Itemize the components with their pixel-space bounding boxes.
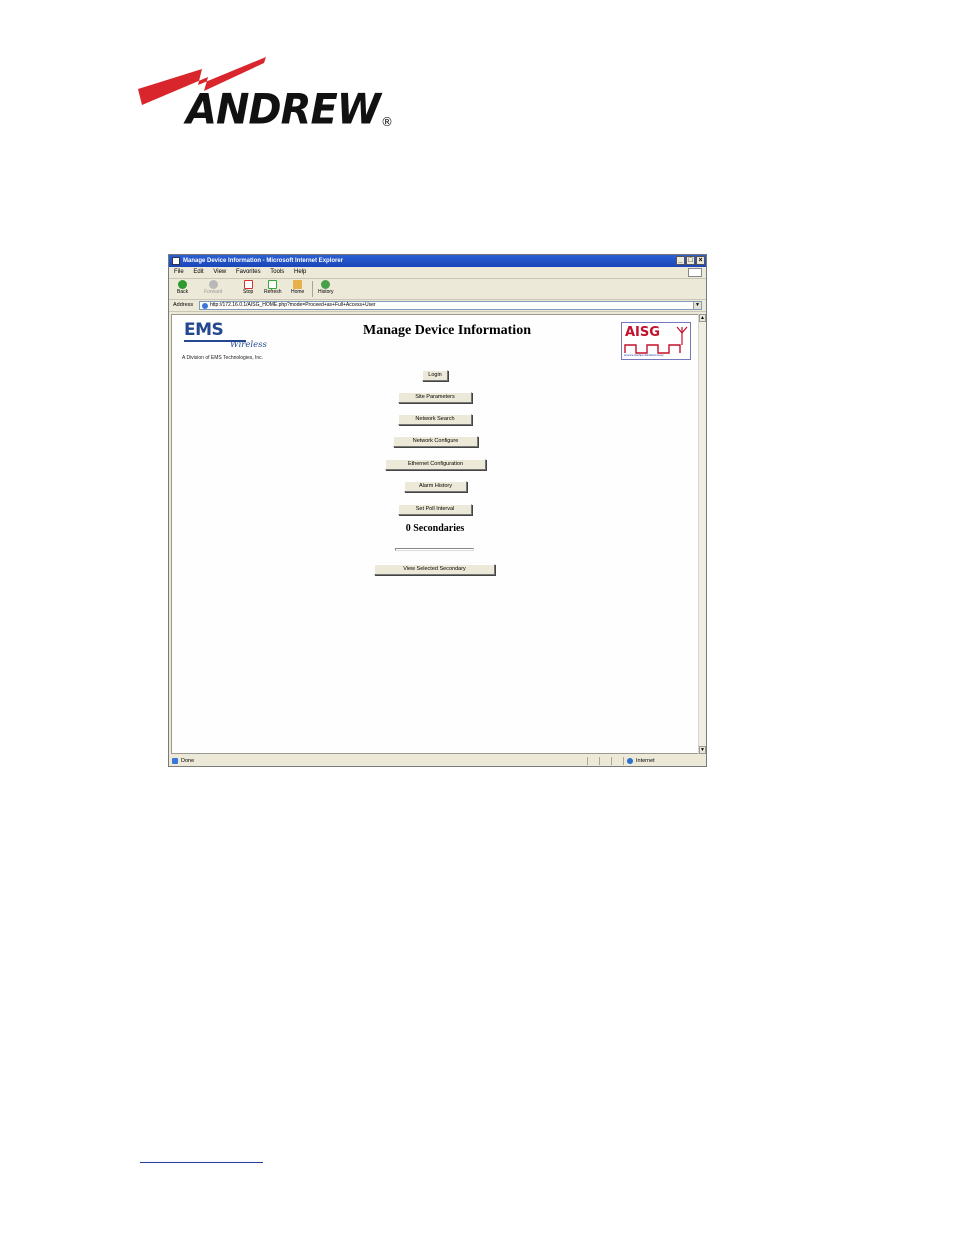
login-button[interactable]: Login [422,370,448,381]
maximize-button[interactable]: □ [686,256,695,265]
status-pane-divider [623,757,624,765]
address-label: Address [173,302,194,308]
menu-help[interactable]: Help [294,269,306,275]
ems-logo-subtext: Wireless [230,340,267,350]
menu-favorites[interactable]: Favorites [236,269,261,275]
forward-arrow-icon [208,280,218,289]
address-bar: Address http://172.16.0.1/AISG_HOME.php?… [169,300,706,312]
minimize-button[interactable]: _ [676,256,685,265]
home-button[interactable]: Home [291,280,304,295]
toolbar: Back Forward Stop Refresh Home History [169,279,706,300]
set-poll-interval-button[interactable]: Set Poll Interval [398,504,472,515]
title-bar[interactable]: Manage Device Information - Microsoft In… [169,255,706,267]
menu-edit[interactable]: Edit [193,269,203,275]
address-dropdown-icon[interactable]: ▼ [693,302,701,309]
close-button[interactable]: × [696,256,705,265]
status-pane-divider [599,757,600,765]
stop-icon [243,280,253,289]
stop-button[interactable]: Stop [243,280,253,295]
address-url: http://172.16.0.1/AISG_HOME.php?mode=Pro… [210,302,376,308]
forward-label: Forward [204,289,223,295]
scroll-up-icon[interactable]: ▲ [699,314,706,322]
page-title: Manage Device Information [363,323,531,338]
page-viewport: EMS Wireless A Division of EMS Technolog… [171,314,699,754]
network-search-button[interactable]: Network Search [398,414,472,425]
history-label: History [318,289,334,295]
ems-division-text: A Division of EMS Technologies, Inc. [182,355,264,361]
browser-window: Manage Device Information - Microsoft In… [168,254,707,767]
window-title: Manage Device Information - Microsoft In… [183,258,344,264]
ems-logo-text: EMS [184,320,224,340]
toolbar-separator [312,281,313,297]
view-selected-secondary-button[interactable]: View Selected Secondary [374,564,495,575]
registered-mark: ® [381,115,393,129]
network-configure-button[interactable]: Network Configure [393,436,478,447]
status-text: Done [181,758,195,764]
zone-text: Internet [636,758,655,764]
ethernet-configuration-button[interactable]: Ethernet Configuration [385,459,486,470]
back-button[interactable]: Back [177,280,188,295]
alarm-history-button[interactable]: Alarm History [404,481,467,492]
history-icon [321,280,331,289]
ie-page-icon [172,257,180,265]
aisg-logo: AISG Antenna Interface Standards Group [621,322,691,360]
address-input[interactable]: http://172.16.0.1/AISG_HOME.php?mode=Pro… [199,301,702,310]
forward-button[interactable]: Forward [204,280,222,295]
refresh-button[interactable]: Refresh [264,280,282,295]
aisg-caption: Antenna Interface Standards Group [624,354,664,357]
page-icon [202,303,208,309]
refresh-label: Refresh [264,289,282,295]
site-parameters-button[interactable]: Site Parameters [398,392,472,403]
andrew-logo: ANDREW ® [138,55,398,135]
back-arrow-icon [178,280,188,289]
refresh-icon [268,280,278,289]
stop-label: Stop [243,289,254,295]
home-icon [293,280,303,289]
menu-view[interactable]: View [213,269,226,275]
secondary-select-list[interactable] [395,548,474,551]
scroll-down-icon[interactable]: ▼ [699,746,706,754]
status-bar: Done Internet [169,756,706,766]
ems-wireless-logo: EMS Wireless A Division of EMS Technolog… [182,320,282,362]
menu-file[interactable]: File [174,269,184,275]
vertical-scrollbar[interactable]: ▲ ▼ [698,314,706,754]
back-label: Back [177,289,189,295]
home-label: Home [291,289,305,295]
page-done-icon [172,758,178,764]
windows-flag-icon [688,268,702,277]
status-pane-divider [611,757,612,765]
menu-bar: File Edit View Favorites Tools Help [169,267,706,279]
internet-zone-icon [627,758,633,764]
andrew-wordmark: ANDREW [186,85,381,135]
menu-tools[interactable]: Tools [270,269,284,275]
secondaries-heading: 0 Secondaries [405,523,465,534]
status-pane-divider [587,757,588,765]
history-button[interactable]: History [318,280,334,295]
footer-link-underline[interactable] [140,1162,263,1163]
